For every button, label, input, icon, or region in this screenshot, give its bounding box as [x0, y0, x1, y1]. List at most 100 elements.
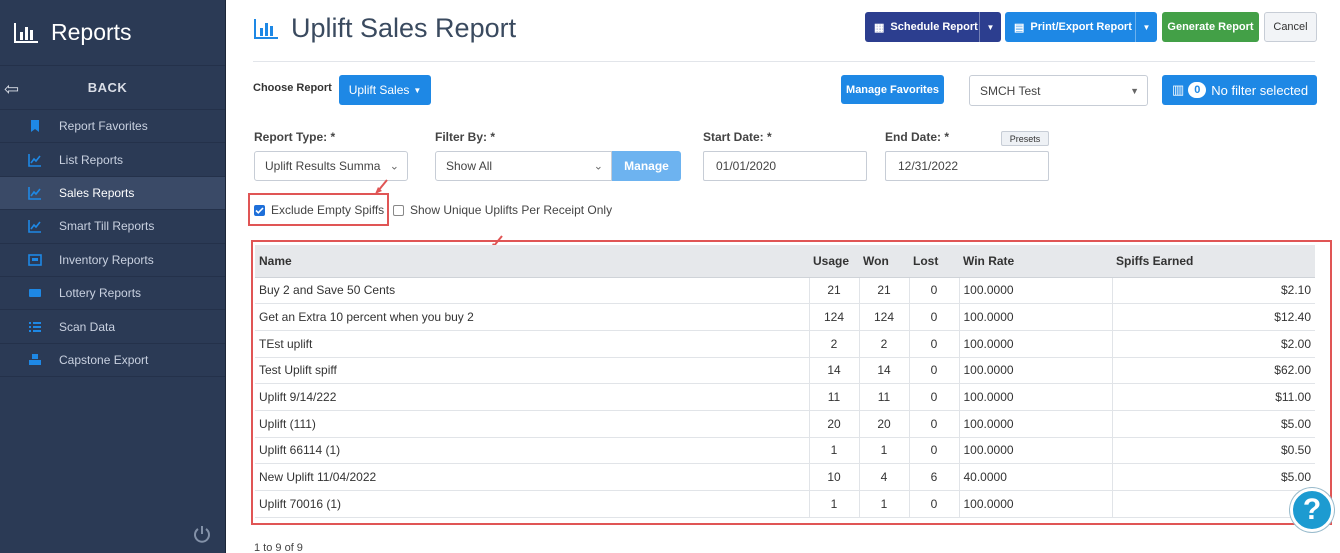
cell-name: Uplift (111) [255, 410, 810, 438]
cell-usage: 1 [809, 437, 860, 465]
caret-down-icon: ▼ [413, 85, 422, 95]
cell-name: Uplift 70016 (1) [255, 490, 810, 518]
presets-button[interactable]: Presets [1001, 131, 1049, 146]
cell-usage: 21 [809, 277, 860, 305]
col-win-rate[interactable]: Win Rate [959, 245, 1112, 278]
sidebar-item-label: Smart Till Reports [59, 219, 155, 234]
cell-spiffs-earned: $0 [1112, 490, 1315, 518]
cell-name: Uplift 66114 (1) [255, 437, 810, 465]
table-row: Uplift 9/14/222 11 11 0 100.0000 $11.00 [255, 383, 1315, 411]
sidebar-title: Reports [51, 19, 132, 45]
store-filter-button[interactable]: ▥ 0 No filter selected [1162, 75, 1317, 105]
bar-chart-icon [14, 22, 38, 43]
back-button[interactable]: ⇦ BACK [0, 66, 225, 110]
sidebar-item-label: Sales Reports [59, 185, 135, 200]
cell-won: 2 [859, 330, 910, 358]
cell-lost: 0 [909, 490, 960, 518]
sidebar-item-inventory-reports[interactable]: Inventory Reports [0, 244, 225, 277]
cell-won: 20 [859, 410, 910, 438]
cell-usage: 124 [809, 303, 860, 331]
cell-won: 21 [859, 277, 910, 305]
cell-win-rate: 100.0000 [959, 410, 1113, 438]
cell-lost: 0 [909, 330, 960, 358]
report-choice-value: Uplift Sales [348, 83, 410, 97]
cell-usage: 20 [809, 410, 860, 438]
report-type-label: Report Type: * [254, 130, 336, 144]
divider [253, 61, 1315, 62]
main-content: Uplift Sales Report ▦ Schedule Report ▼ … [227, 0, 1340, 553]
col-won[interactable]: Won [859, 245, 909, 278]
report-choice-dropdown[interactable]: Uplift Sales ▼ [339, 75, 431, 105]
back-arrow-icon: ⇦ [4, 79, 20, 99]
sidebar-item-label: List Reports [59, 152, 124, 167]
cell-spiffs-earned: $11.00 [1112, 383, 1315, 411]
sidebar-item-sales-reports[interactable]: Sales Reports [0, 176, 225, 211]
start-date-input[interactable]: 01/01/2020 [703, 151, 867, 181]
manage-filter-button[interactable]: Manage [612, 151, 681, 181]
filter-count-badge: 0 [1188, 82, 1207, 98]
inventory-icon [28, 253, 42, 266]
cell-name: Uplift 9/14/222 [255, 383, 810, 411]
sidebar-item-smart-till-reports[interactable]: Smart Till Reports [0, 210, 225, 244]
filter-by-select[interactable]: Show All ⌄ [435, 151, 612, 181]
bar-chart-icon [254, 18, 278, 39]
filter-label: No filter selected [1211, 82, 1309, 98]
table-row: Uplift (111) 20 20 0 100.0000 $5.00 [255, 410, 1315, 438]
bookmark-icon [31, 120, 39, 133]
sidebar-header: Reports [0, 0, 225, 66]
sidebar: Reports ⇦ BACK Report Favorites List Rep… [0, 0, 226, 553]
cell-win-rate: 100.0000 [959, 303, 1113, 331]
filter-by-value: Show All [446, 159, 493, 173]
sidebar-item-list-reports[interactable]: List Reports [0, 143, 225, 177]
col-name[interactable]: Name [255, 245, 809, 278]
pagination-summary: 1 to 9 of 9 [254, 542, 303, 553]
table-row: TEst uplift 2 2 0 100.0000 $2.00 [255, 330, 1315, 358]
cell-won: 1 [859, 437, 910, 465]
print-icon: ▤ [1014, 21, 1025, 34]
unique-uplifts-row: Show Unique Uplifts Per Receipt Only [393, 203, 612, 217]
col-spiffs-earned[interactable]: Spiffs Earned [1112, 245, 1315, 278]
end-date-input[interactable]: 12/31/2022 [885, 151, 1049, 181]
manage-favorites-button[interactable]: Manage Favorites [841, 75, 944, 104]
col-usage[interactable]: Usage [809, 245, 859, 278]
unique-uplifts-checkbox[interactable] [393, 204, 404, 216]
cell-lost: 0 [909, 357, 960, 385]
help-button[interactable]: ? [1290, 488, 1334, 532]
cell-win-rate: 100.0000 [959, 330, 1113, 358]
cell-win-rate: 40.0000 [959, 463, 1113, 491]
schedule-report-button[interactable]: ▦ Schedule Report ▼ [865, 12, 1001, 42]
table-row: New Uplift 11/04/2022 10 4 6 40.0000 $5.… [255, 463, 1315, 491]
cell-name: New Uplift 11/04/2022 [255, 463, 810, 491]
col-lost[interactable]: Lost [909, 245, 959, 278]
report-type-select[interactable]: Uplift Results Summa ⌄ [254, 151, 408, 181]
cubes-icon [29, 353, 41, 365]
cell-won: 124 [859, 303, 910, 331]
cell-spiffs-earned: $12.40 [1112, 303, 1315, 331]
chart-line-icon [28, 220, 41, 234]
annotation-highlight-checkbox [248, 193, 389, 226]
print-dropdown-toggle[interactable]: ▼ [1135, 12, 1157, 42]
sidebar-item-scan-data[interactable]: Scan Data [0, 310, 225, 344]
power-icon[interactable] [192, 524, 212, 544]
schedule-dropdown-toggle[interactable]: ▼ [979, 12, 1001, 42]
sidebar-item-label: Scan Data [59, 319, 116, 334]
sidebar-item-lottery-reports[interactable]: Lottery Reports [0, 277, 225, 311]
results-table: Name Usage Won Lost Win Rate Spiffs Earn… [255, 245, 1315, 518]
cancel-button[interactable]: Cancel [1264, 12, 1317, 42]
schedule-report-label: Schedule Report [890, 21, 978, 33]
cell-won: 11 [859, 383, 910, 411]
question-mark-icon: ? [1302, 493, 1322, 526]
sidebar-item-label: Inventory Reports [59, 252, 154, 267]
cell-lost: 0 [909, 437, 960, 465]
sidebar-item-capstone-export[interactable]: Capstone Export [0, 344, 225, 378]
cell-lost: 6 [909, 463, 960, 491]
cell-won: 14 [859, 357, 910, 385]
store-select[interactable]: SMCH Test ▼ [969, 75, 1148, 106]
cell-lost: 0 [909, 410, 960, 438]
sidebar-item-report-favorites[interactable]: Report Favorites [0, 110, 225, 144]
report-type-value: Uplift Results Summa [265, 159, 381, 173]
annotation-arrow-icon [375, 179, 388, 194]
print-export-button[interactable]: ▤ Print/Export Report ▼ [1005, 12, 1157, 42]
generate-report-button[interactable]: Generate Report [1162, 12, 1259, 42]
table-row: Get an Extra 10 percent when you buy 2 1… [255, 303, 1315, 331]
